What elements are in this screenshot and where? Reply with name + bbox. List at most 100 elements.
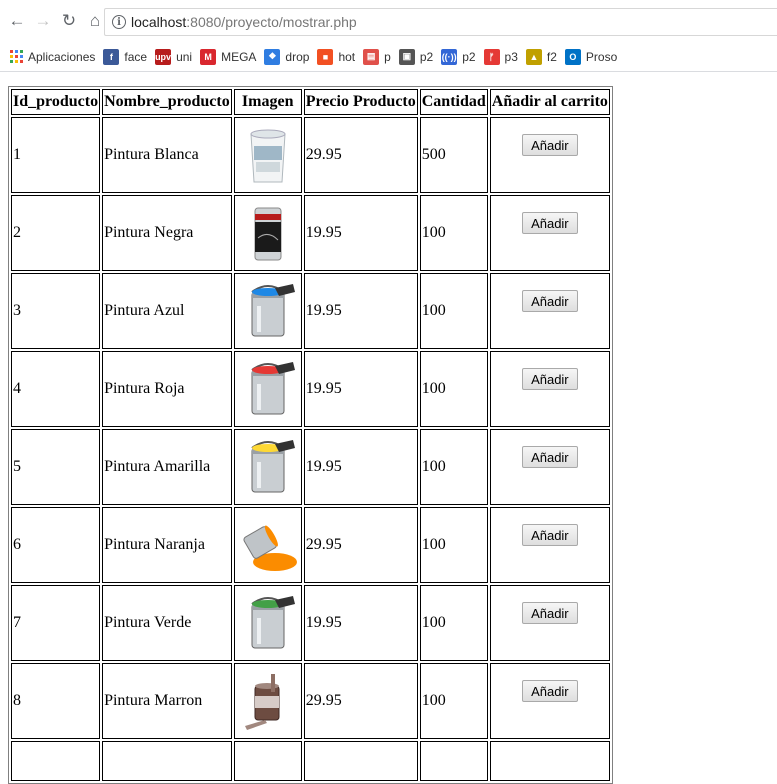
cell-quantity: 100 [419,273,488,349]
header-name: Nombre_producto [102,89,232,115]
bookmark-p[interactable]: ▤ p [363,48,391,65]
cell-name: Pintura Naranja [102,507,232,583]
cell-empty [11,741,101,781]
info-icon[interactable]: i [112,15,126,29]
cell-quantity: 500 [419,117,488,193]
bookmark-proso[interactable]: O Proso [564,48,618,65]
cell-price: 29.95 [303,663,418,739]
add-to-cart-button[interactable]: Añadir [522,212,578,234]
bookmark-p3[interactable]: ᚠ p3 [483,48,518,65]
product-image-yellow-paint-can [251,440,295,493]
cell-quantity: 100 [419,507,488,583]
cell-name: Pintura Blanca [102,117,232,193]
hotmail-icon: ■ [317,48,334,65]
bookmark-p2[interactable]: ((·)) p2 [441,48,476,65]
facebook-icon: f [103,48,120,65]
browser-toolbar: ← → ↻ ⌂ i localhost:8080/proyecto/mostra… [0,0,777,42]
bookmark-uni[interactable]: upv uni [155,48,193,65]
bookmark-label: uni [176,49,193,64]
url-path: :8080/proyecto/mostrar.php [186,14,357,30]
bookmark-label: p [384,49,391,64]
cell-quantity: 100 [419,585,488,661]
upv-icon: upv [155,48,171,65]
table-row: 7 Pintura Verde 19.95 100 Añadir [11,585,610,661]
add-to-cart-button[interactable]: Añadir [522,368,578,390]
table-row: 5 Pintura Amarilla 19.95 100 Añadir [11,429,610,505]
add-to-cart-button[interactable]: Añadir [522,680,578,702]
product-table: Id_producto Nombre_producto Imagen Precio P… [8,86,613,784]
image-icon: ▣ [398,48,415,65]
product-image-brown-paint-pot [244,674,280,730]
cell-image [233,273,302,349]
apps-grid-icon [10,50,23,63]
cell-add: Añadir [489,273,610,349]
cell-price: 19.95 [303,351,418,427]
cell-quantity: 100 [419,663,488,739]
cell-id: 1 [11,117,101,193]
forward-arrow-icon[interactable]: → [34,11,52,30]
table-row: 1 Pintura Blanca 29.95 500 Añadir [11,117,610,193]
cell-image [233,585,302,661]
bookmark-drop[interactable]: ❖ drop [264,48,309,65]
reload-icon[interactable]: ↻ [60,11,78,30]
bookmark-f2[interactable]: ▲ f2 [525,48,557,65]
bookmark-p2[interactable]: ▣ p2 [398,48,434,65]
cell-image [233,117,302,193]
bookmark-hot[interactable]: ■ hot [317,48,356,65]
product-image-blue-paint-can [251,284,295,337]
cell-name: Pintura Azul [102,273,232,349]
bookmark-aplicaciones[interactable]: Aplicaciones [10,50,95,64]
address-bar[interactable]: i localhost:8080/proyecto/mostrar.php [104,8,777,36]
table-header-row: Id_producto Nombre_producto Imagen Precio P… [11,89,610,115]
add-to-cart-button[interactable]: Añadir [522,134,578,156]
header-image: Imagen [233,89,302,115]
table-row-partial [11,741,610,781]
add-to-cart-button[interactable]: Añadir [522,524,578,546]
add-to-cart-button[interactable]: Añadir [522,290,578,312]
product-image-red-paint-can [251,362,295,415]
bookmark-face[interactable]: f face [103,48,148,65]
cell-image [233,663,302,739]
dropbox-icon: ❖ [264,48,281,65]
cell-name: Pintura Roja [102,351,232,427]
bookmarks-bar: Aplicaciones f face upv uni M MEGA ❖ drop ■ hot ▤ p ▣… [0,42,777,72]
flame-icon: ᚠ [483,48,500,65]
cell-empty [489,741,610,781]
bookmark-label: face [124,49,148,64]
bookmark-label: Proso [585,49,618,64]
header-quantity: Cantidad [419,89,488,115]
bookmark-label: p2 [419,49,434,64]
cell-image [233,195,302,271]
cell-price: 19.95 [303,273,418,349]
cell-name: Pintura Amarilla [102,429,232,505]
add-to-cart-button[interactable]: Añadir [522,602,578,624]
cell-add: Añadir [489,585,610,661]
table-row: 8 Pintura Marron 29.95 100 Añadir [11,663,610,739]
cell-price: 19.95 [303,429,418,505]
mega-icon: M [200,48,217,65]
add-to-cart-button[interactable]: Añadir [522,446,578,468]
bookmark-label: f2 [546,49,557,64]
product-image-green-paint-can [251,596,295,649]
cell-image [233,429,302,505]
cell-price: 29.95 [303,117,418,193]
bookmark-mega[interactable]: M MEGA [200,48,256,65]
cell-id: 6 [11,507,101,583]
cell-quantity: 100 [419,429,488,505]
home-icon[interactable]: ⌂ [86,11,104,30]
product-image-orange-paint-spill [243,525,297,571]
people-icon: ▲ [525,48,542,65]
table-row: 2 Pintura Negra 19.95 100 Añadir [11,195,610,271]
cell-price: 19.95 [303,585,418,661]
header-add-to-cart: Añadir al carrito [489,89,610,115]
cell-price: 19.95 [303,195,418,271]
bookmark-label: hot [338,49,356,64]
cell-price: 29.95 [303,507,418,583]
cell-name: Pintura Verde [102,585,232,661]
back-arrow-icon[interactable]: ← [8,11,26,30]
header-id: Id_producto [11,89,101,115]
header-price: Precio Producto [303,89,418,115]
cell-id: 4 [11,351,101,427]
cell-empty [303,741,418,781]
cell-id: 5 [11,429,101,505]
